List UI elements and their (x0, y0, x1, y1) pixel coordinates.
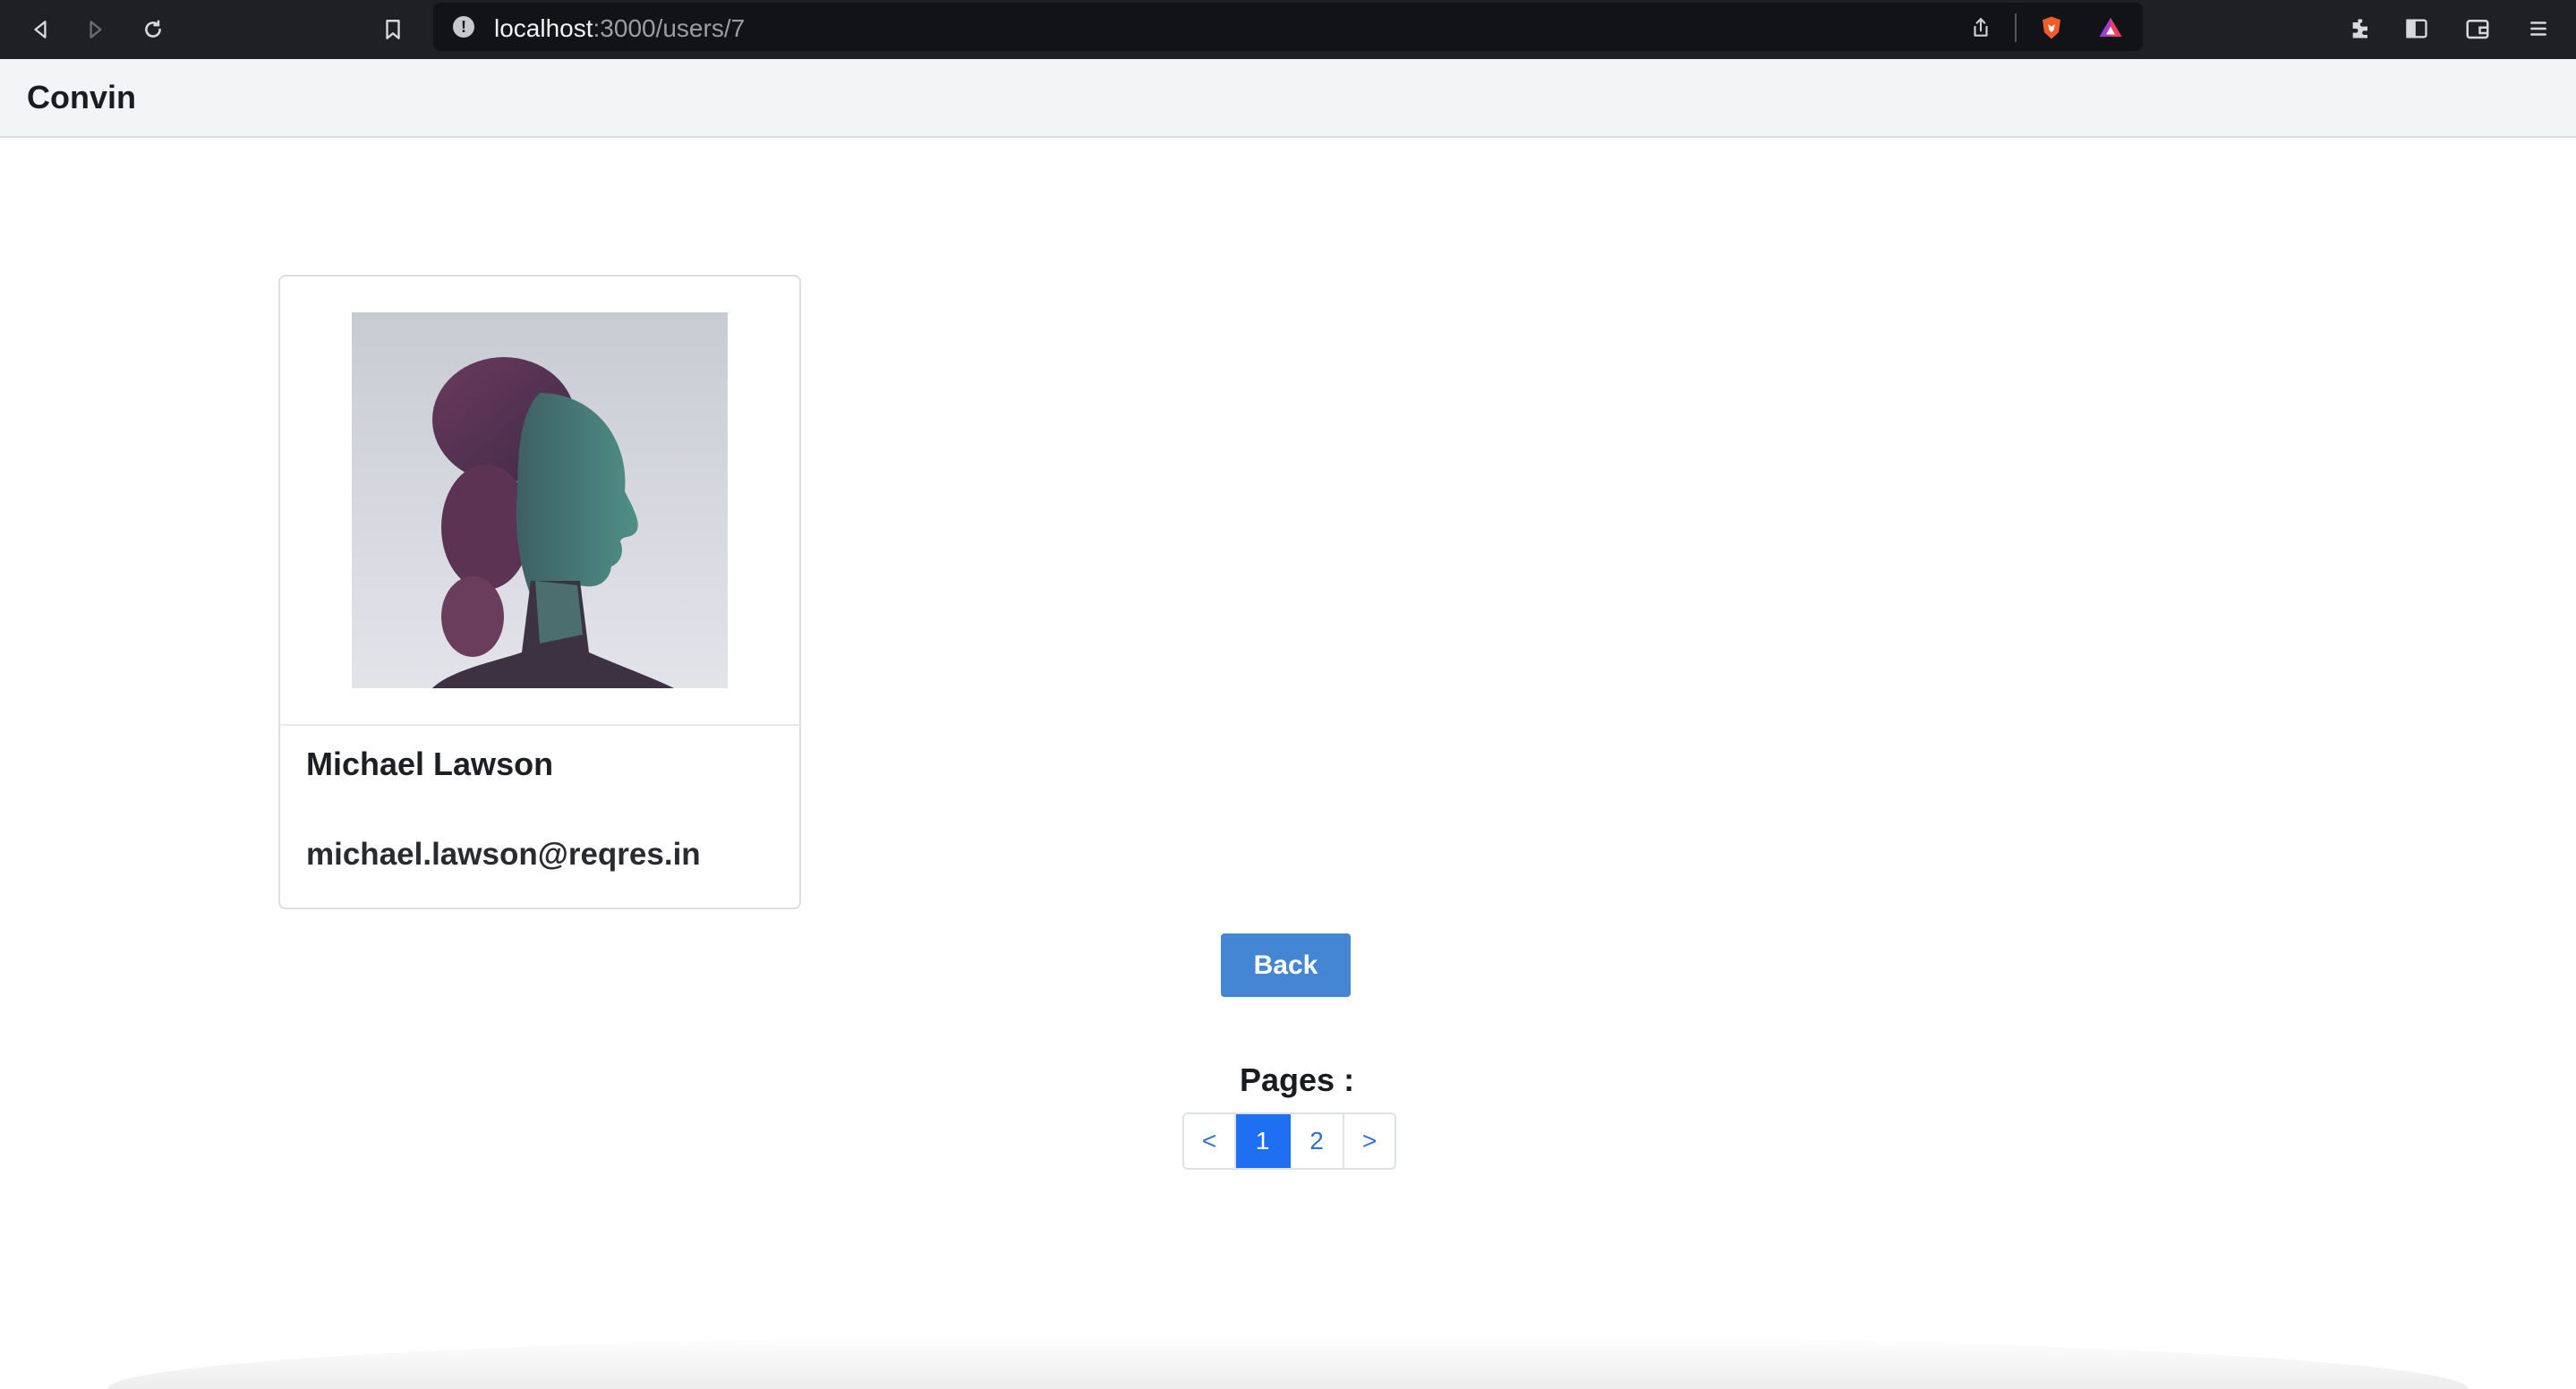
rewards-triangle-icon[interactable] (2095, 13, 2126, 43)
user-avatar (352, 312, 728, 688)
brave-shield-icon[interactable] (2036, 13, 2067, 43)
site-info-icon[interactable]: ! (453, 16, 474, 38)
window-bottom-shadow (107, 1334, 2469, 1389)
url-path: :3000/users/7 (593, 14, 746, 42)
address-bar[interactable]: ! localhost:3000/users/7 (433, 3, 2143, 51)
bookmark-icon[interactable] (374, 11, 412, 48)
page-next-button[interactable]: > (1344, 1114, 1395, 1168)
extensions-icon[interactable] (2343, 11, 2379, 47)
wallet-icon[interactable] (2460, 11, 2495, 47)
menu-icon[interactable] (2521, 11, 2556, 47)
card-media (280, 277, 799, 726)
user-card: Michael Lawson michael.lawson@reqres.in (278, 275, 801, 909)
page-prev-button[interactable]: < (1184, 1114, 1236, 1168)
url-separator (2015, 13, 2017, 42)
brand-title[interactable]: Convin (27, 79, 136, 116)
sidebar-toggle-icon[interactable] (2399, 11, 2435, 47)
pages-label: Pages : (1240, 1061, 1355, 1098)
browser-toolbar: ! localhost:3000/users/7 (0, 0, 2576, 59)
back-button[interactable]: Back (1221, 933, 1351, 997)
user-name: Michael Lawson (306, 746, 554, 782)
app-navbar: Convin (0, 59, 2576, 138)
page-button-2[interactable]: 2 (1291, 1114, 1344, 1168)
share-icon[interactable] (1966, 13, 1996, 43)
url-host: localhost (494, 14, 593, 42)
user-email: michael.lawson@reqres.in (306, 837, 701, 872)
reload-icon[interactable] (134, 11, 172, 48)
back-nav-icon[interactable] (21, 11, 59, 48)
page-button-1[interactable]: 1 (1236, 1114, 1291, 1168)
forward-nav-icon[interactable] (77, 11, 115, 48)
pagination: < 1 2 > (1182, 1112, 1396, 1170)
url-text[interactable]: localhost:3000/users/7 (494, 14, 745, 43)
